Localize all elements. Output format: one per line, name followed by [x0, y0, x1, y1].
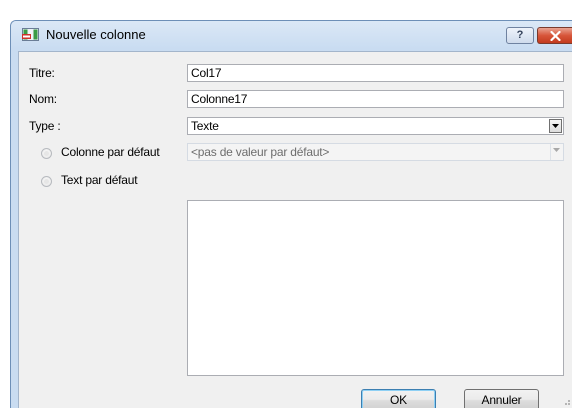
type-label: Type :	[29, 119, 61, 133]
chevron-down-icon	[552, 124, 559, 128]
default-text-label: Text par défaut	[61, 173, 138, 187]
type-select[interactable]: Texte	[187, 117, 564, 135]
default-column-select-value: <pas de valeur par défaut>	[191, 145, 330, 159]
type-dropdown-button[interactable]	[549, 119, 562, 133]
cancel-button[interactable]: Annuler	[464, 389, 539, 408]
titre-label: Titre:	[29, 66, 55, 80]
resize-grip-icon[interactable]	[561, 396, 571, 406]
dialog-body: Titre: Col17 Nom: Colonne17 Type : Texte…	[18, 51, 572, 408]
help-button[interactable]: ?	[506, 27, 534, 44]
default-column-radio[interactable]	[41, 148, 52, 159]
chevron-down-icon	[553, 148, 560, 152]
dialog-window: Nouvelle colonne ? Titre: Col17 Nom: Col…	[10, 20, 572, 408]
default-text-area[interactable]	[187, 200, 564, 376]
ok-button[interactable]: OK	[361, 389, 436, 408]
nom-label: Nom:	[29, 92, 57, 106]
default-text-radio[interactable]	[41, 176, 52, 187]
columns-app-icon	[22, 28, 39, 41]
default-column-label: Colonne par défaut	[61, 145, 160, 159]
nom-input[interactable]: Colonne17	[187, 90, 564, 108]
title-bar[interactable]: Nouvelle colonne ?	[11, 21, 572, 49]
default-column-dropdown-button	[550, 144, 563, 160]
close-button[interactable]	[537, 27, 572, 44]
close-icon	[550, 31, 561, 41]
window-title: Nouvelle colonne	[46, 27, 146, 42]
titre-input[interactable]: Col17	[187, 64, 564, 82]
help-icon: ?	[516, 29, 524, 41]
type-select-value: Texte	[191, 119, 219, 133]
default-column-select: <pas de valeur par défaut>	[187, 143, 564, 161]
